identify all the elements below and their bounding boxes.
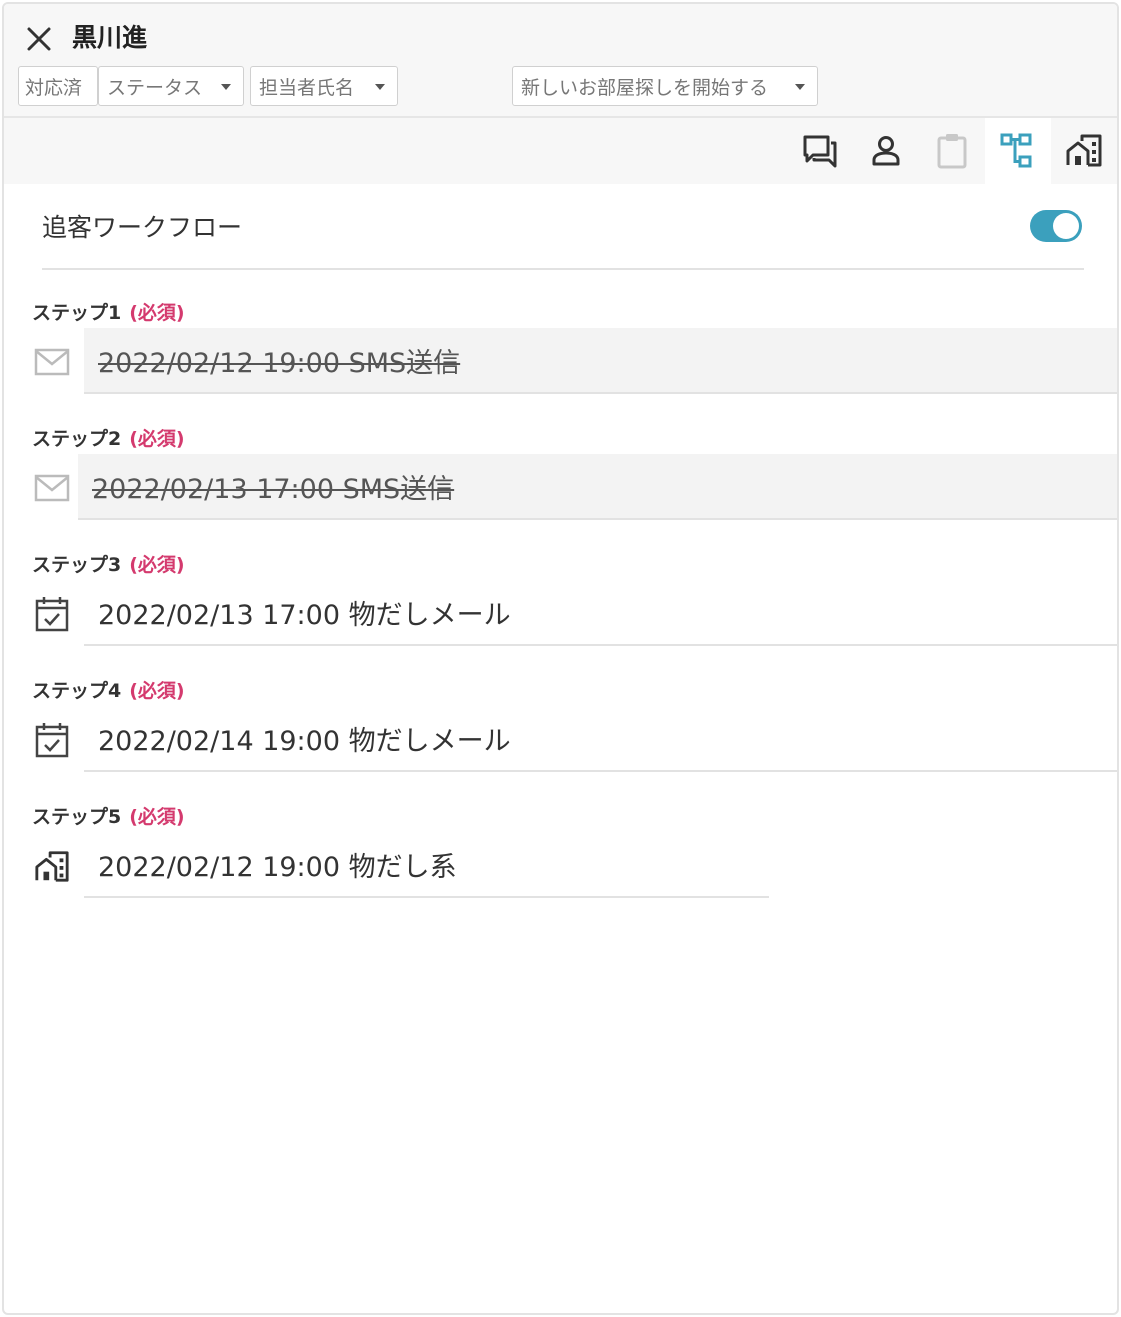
- caret-down-icon: [221, 84, 231, 90]
- workflow-toggle[interactable]: [1030, 210, 1082, 242]
- assignee-select[interactable]: 担当者氏名: [250, 66, 398, 106]
- status-select[interactable]: ステータス: [98, 66, 244, 106]
- step-4-label: ステップ4 (必須): [32, 680, 185, 702]
- required-badge: (必須): [129, 806, 185, 828]
- required-badge: (必須): [129, 554, 185, 576]
- caret-down-icon: [795, 84, 805, 90]
- step-2-label: ステップ2 (必須): [32, 428, 185, 450]
- step-1-icon: [32, 342, 72, 382]
- tab-workflow[interactable]: [985, 118, 1051, 184]
- step-4-icon: [32, 720, 72, 760]
- panel-header: 黒川進 対応済 ステータス 担当者氏名 新しいお部屋探しを開始する: [4, 4, 1117, 184]
- toggle-knob: [1053, 213, 1079, 239]
- required-badge: (必須): [129, 428, 185, 450]
- tab-clipboard[interactable]: [919, 118, 985, 184]
- required-badge: (必須): [129, 302, 185, 324]
- status-fixed-label: 対応済: [18, 66, 98, 106]
- customer-panel: 黒川進 対応済 ステータス 担当者氏名 新しいお部屋探しを開始する 追客ワークフ…: [2, 2, 1119, 1315]
- tab-building[interactable]: [1051, 118, 1117, 184]
- building-icon: [35, 851, 69, 882]
- step-2-icon: [32, 468, 72, 508]
- step-5-icon: [32, 846, 72, 886]
- workflow-select[interactable]: 新しいお部屋探しを開始する: [512, 66, 818, 106]
- customer-name: 黒川進: [72, 23, 148, 52]
- close-button[interactable]: [22, 22, 56, 56]
- required-badge: (必須): [129, 680, 185, 702]
- mail-icon: [34, 348, 70, 376]
- step-1-field[interactable]: 2022/02/12 19:00 SMS送信: [84, 328, 1117, 394]
- step-3-field[interactable]: 2022/02/13 17:00 物だしメール: [84, 580, 1117, 646]
- mail-icon: [34, 474, 70, 502]
- calendar-check-icon: [35, 597, 69, 632]
- workflow-divider: [42, 268, 1084, 270]
- step-5-field[interactable]: 2022/02/12 19:00 物だし系: [84, 832, 769, 898]
- close-icon: [27, 27, 51, 51]
- clipboard-icon: [937, 134, 967, 169]
- chat-icon: [803, 135, 837, 168]
- step-5-label: ステップ5 (必須): [32, 806, 185, 828]
- calendar-check-icon: [35, 723, 69, 758]
- step-2-field[interactable]: 2022/02/13 17:00 SMS送信: [78, 454, 1117, 520]
- panel-tabs: [787, 118, 1117, 184]
- building-icon: [1066, 134, 1102, 167]
- step-1-label: ステップ1 (必須): [32, 302, 185, 324]
- workflow-title: 追客ワークフロー: [42, 213, 243, 242]
- tab-chat[interactable]: [787, 118, 853, 184]
- step-4-field[interactable]: 2022/02/14 19:00 物だしメール: [84, 706, 1117, 772]
- caret-down-icon: [375, 84, 385, 90]
- workflow-icon: [1000, 133, 1032, 168]
- step-3-label: ステップ3 (必須): [32, 554, 185, 576]
- tab-person[interactable]: [853, 118, 919, 184]
- person-icon: [872, 136, 900, 166]
- step-3-icon: [32, 594, 72, 634]
